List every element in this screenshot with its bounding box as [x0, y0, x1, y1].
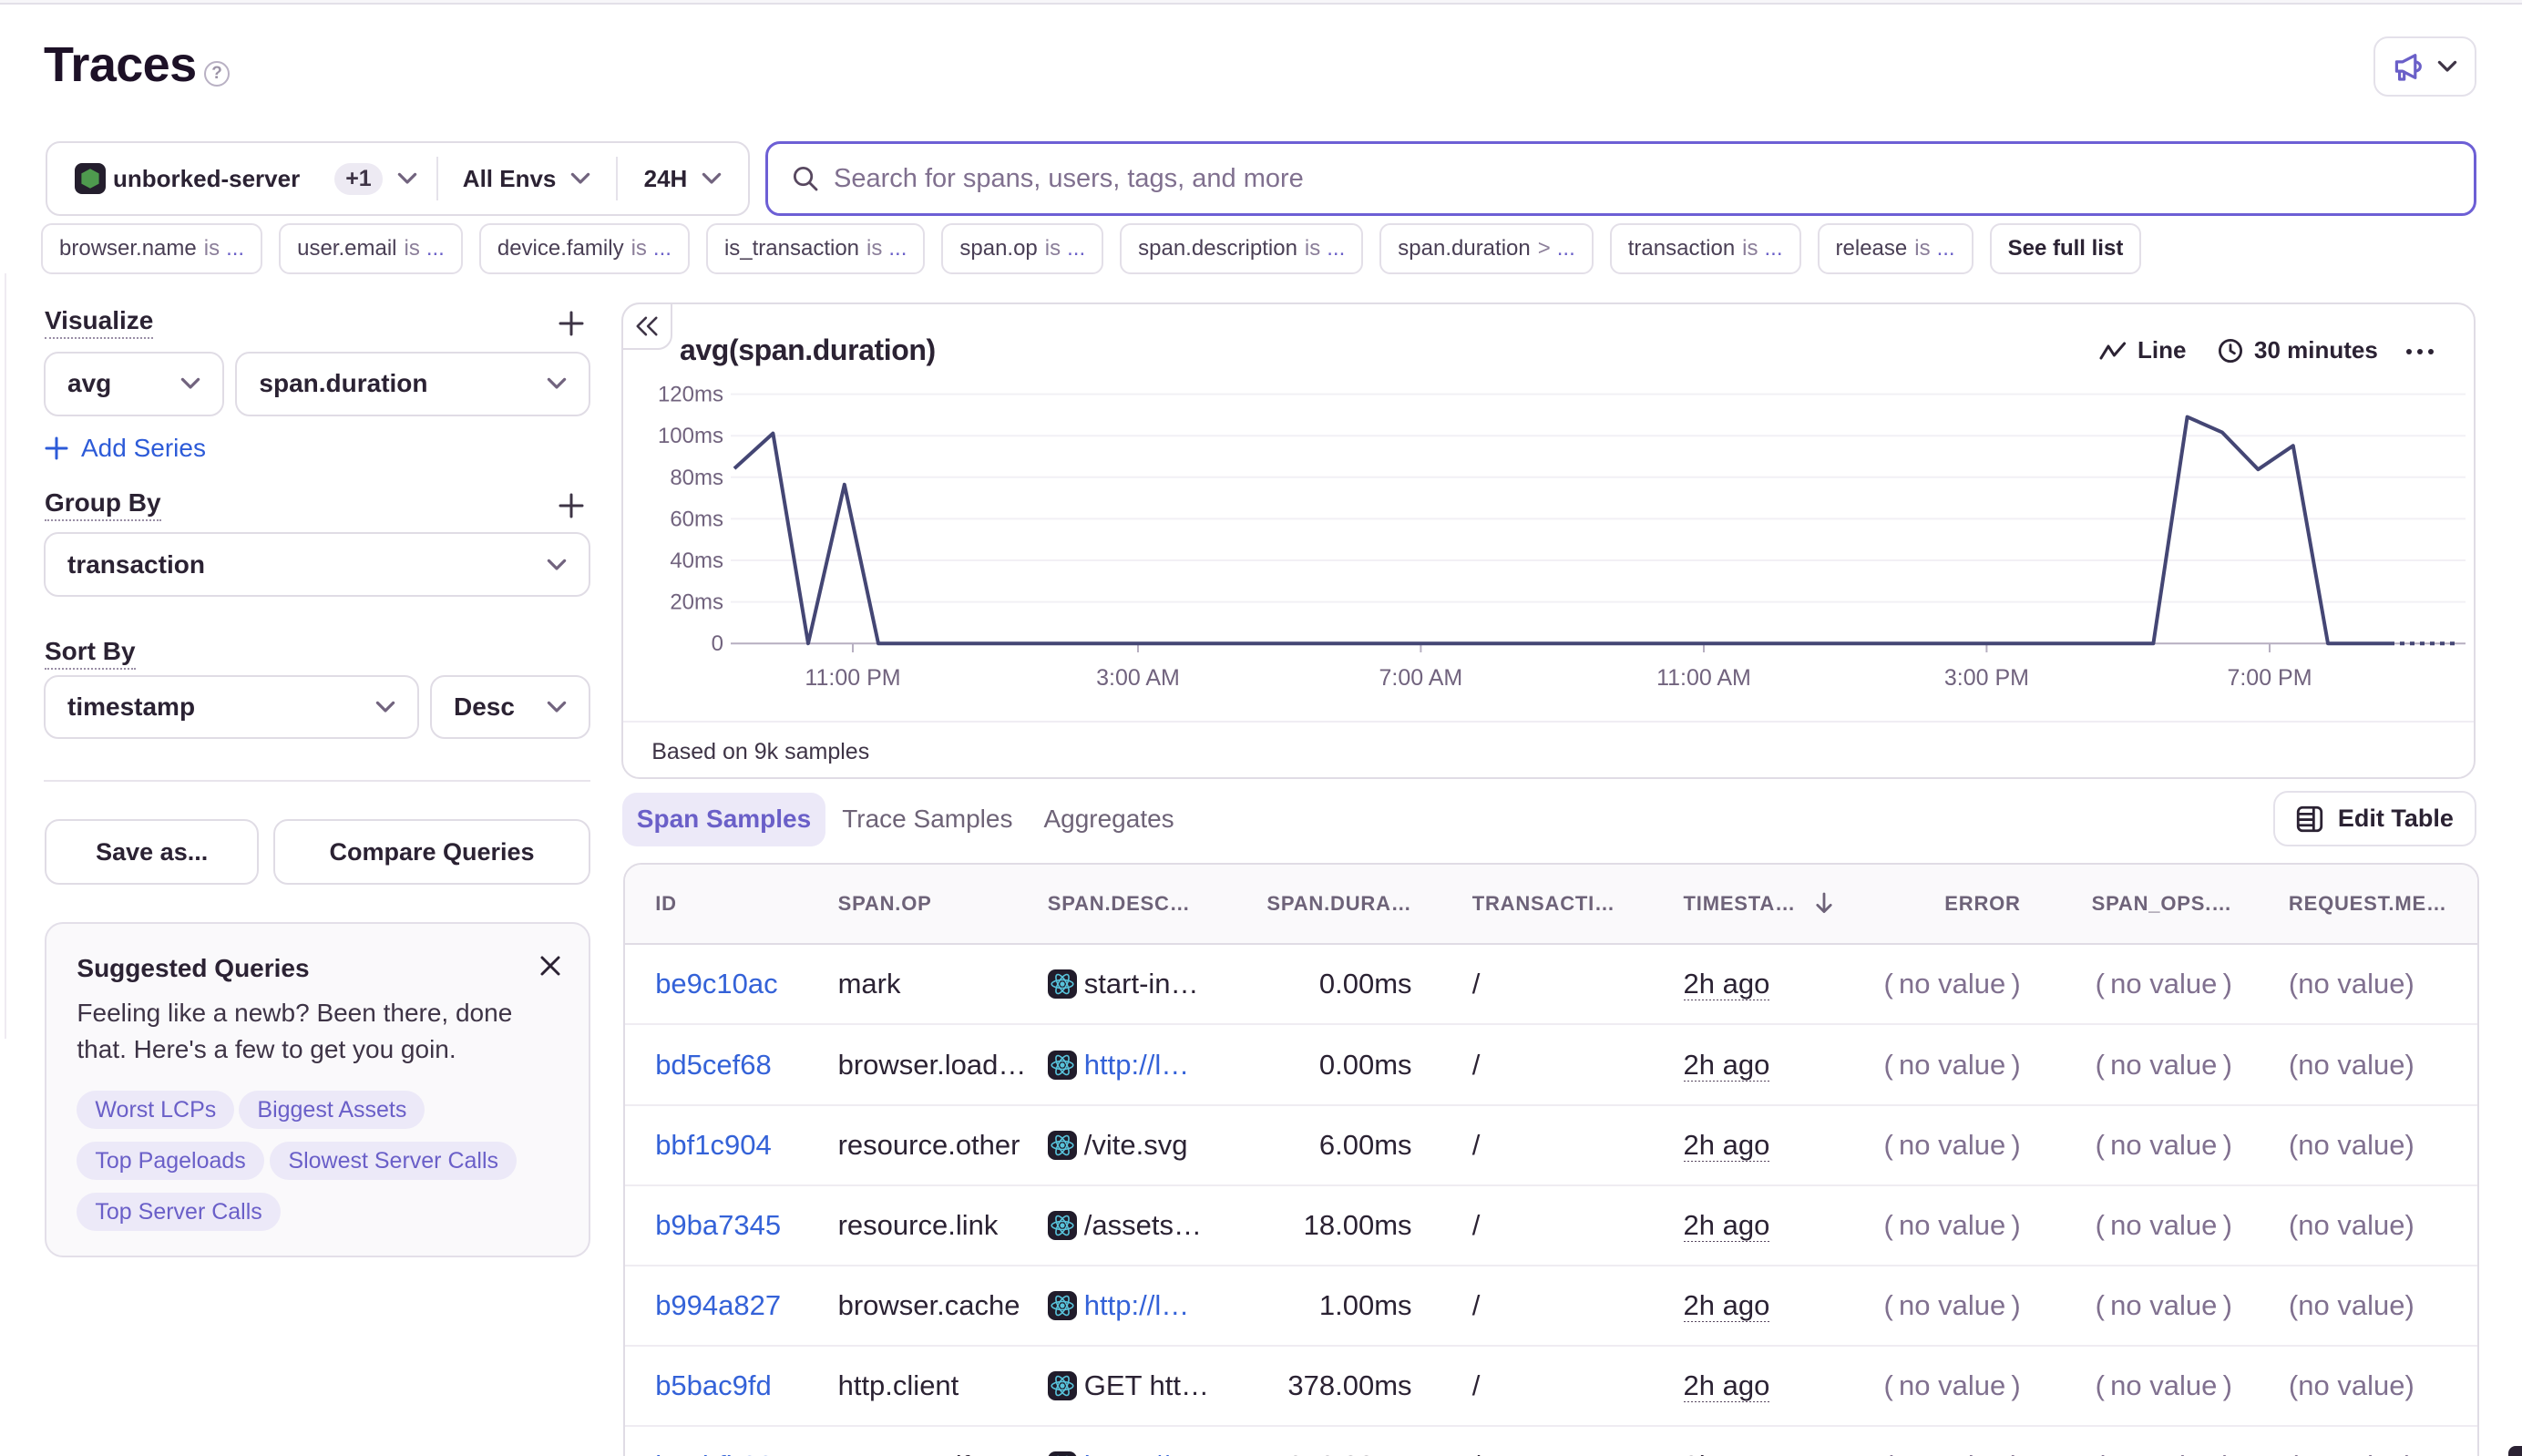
svg-text:40ms: 40ms	[670, 549, 723, 573]
svg-text:20ms: 20ms	[670, 590, 723, 615]
svg-text:120ms: 120ms	[658, 383, 723, 407]
svg-text:3:00 PM: 3:00 PM	[1944, 665, 2029, 691]
svg-text:3:00 AM: 3:00 AM	[1096, 665, 1180, 691]
svg-text:100ms: 100ms	[658, 425, 723, 449]
svg-text:60ms: 60ms	[670, 508, 723, 532]
svg-text:11:00 PM: 11:00 PM	[805, 665, 900, 691]
svg-text:7:00 AM: 7:00 AM	[1379, 665, 1463, 691]
svg-text:80ms: 80ms	[670, 466, 723, 490]
svg-text:7:00 PM: 7:00 PM	[2227, 665, 2312, 691]
svg-text:0: 0	[712, 632, 723, 657]
svg-text:11:00 AM: 11:00 AM	[1656, 665, 1751, 691]
